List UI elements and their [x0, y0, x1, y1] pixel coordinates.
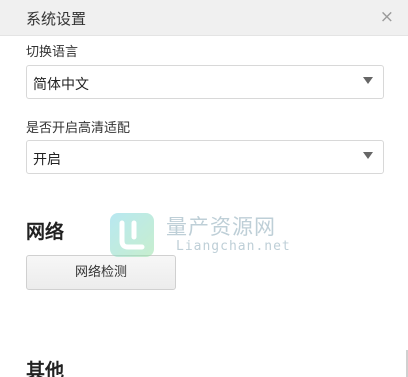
network-check-button[interactable]: 网络检测 — [26, 255, 176, 290]
language-label: 切换语言 — [26, 45, 79, 60]
hd-adapt-label: 是否开启高清适配 — [26, 121, 131, 136]
title-bar: 系统设置 × — [0, 0, 408, 36]
watermark-url: Liangchan.net — [176, 239, 291, 254]
chevron-down-icon — [363, 77, 373, 84]
hd-adapt-select[interactable]: 开启 — [26, 140, 384, 174]
watermark: 量产资源网 Liangchan.net — [108, 211, 308, 261]
chevron-down-icon — [363, 152, 373, 159]
other-section-heading: 其他 — [26, 360, 65, 377]
watermark-text: 量产资源网 — [166, 215, 276, 239]
watermark-logo — [110, 213, 154, 257]
language-select-value: 简体中文 — [33, 77, 89, 93]
hd-adapt-select-value: 开启 — [33, 152, 61, 168]
window-title: 系统设置 — [26, 10, 87, 28]
close-icon[interactable]: × — [380, 7, 394, 27]
settings-window: 系统设置 × 切换语言 简体中文 是否开启高清适配 开启 网络 网络检测 其他 … — [0, 0, 408, 377]
network-section-heading: 网络 — [26, 221, 65, 243]
language-select[interactable]: 简体中文 — [26, 65, 384, 99]
